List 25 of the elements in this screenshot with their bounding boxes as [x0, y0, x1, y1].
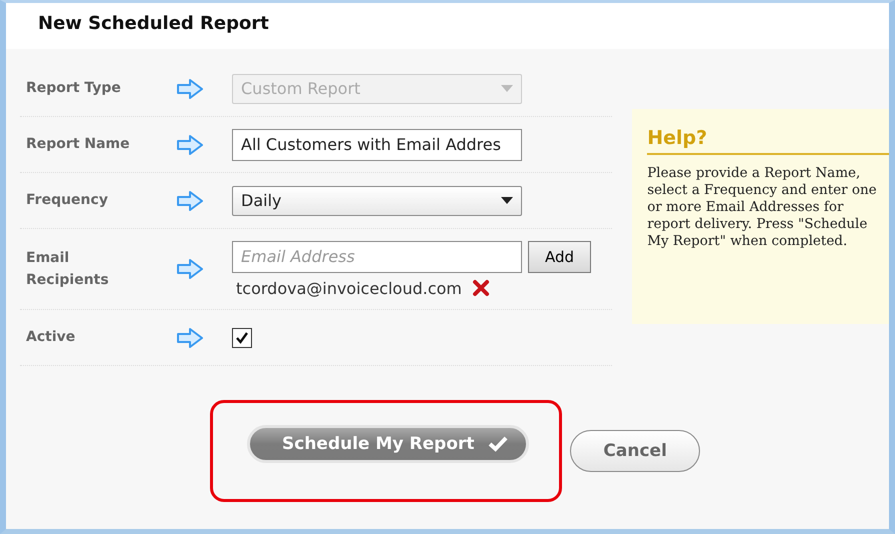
checkbox[interactable] [232, 328, 252, 348]
arrow-right-icon [176, 134, 204, 154]
field-label: Frequency [25, 191, 109, 210]
dropdown[interactable]: Daily [232, 186, 522, 216]
arrow-right-icon [176, 190, 204, 210]
field-label: Email Recipients [25, 248, 110, 290]
cancel-button[interactable]: Cancel [570, 430, 700, 472]
help-text: Please provide a Report Name, select a Frequency and enter one or more Email Addresses for report delivery. Press "Schedule My Report" when completed. [647, 165, 878, 250]
arrow-right-icon [176, 328, 204, 348]
schedule-button[interactable]: Schedule My Report [247, 425, 530, 463]
arrow-right-icon [176, 259, 204, 279]
checkmark-icon [488, 436, 508, 452]
arrow-right-icon [176, 78, 204, 98]
caret-icon [501, 85, 513, 92]
email-field[interactable]: Email Address [232, 240, 522, 272]
help-title: Help? [647, 127, 889, 155]
field-label: Active [25, 328, 76, 348]
add-button[interactable]: Add [528, 240, 592, 272]
caret-icon [501, 197, 513, 204]
window-title: New Scheduled Report [6, 3, 889, 49]
recipient-email: tcordova@invoicecloud.com [236, 278, 462, 298]
field-label: Report Name [25, 135, 131, 154]
remove-icon[interactable] [472, 279, 490, 297]
input-field[interactable]: All Customers with Email Addres [232, 128, 522, 160]
field-label: Report Type [25, 79, 122, 98]
